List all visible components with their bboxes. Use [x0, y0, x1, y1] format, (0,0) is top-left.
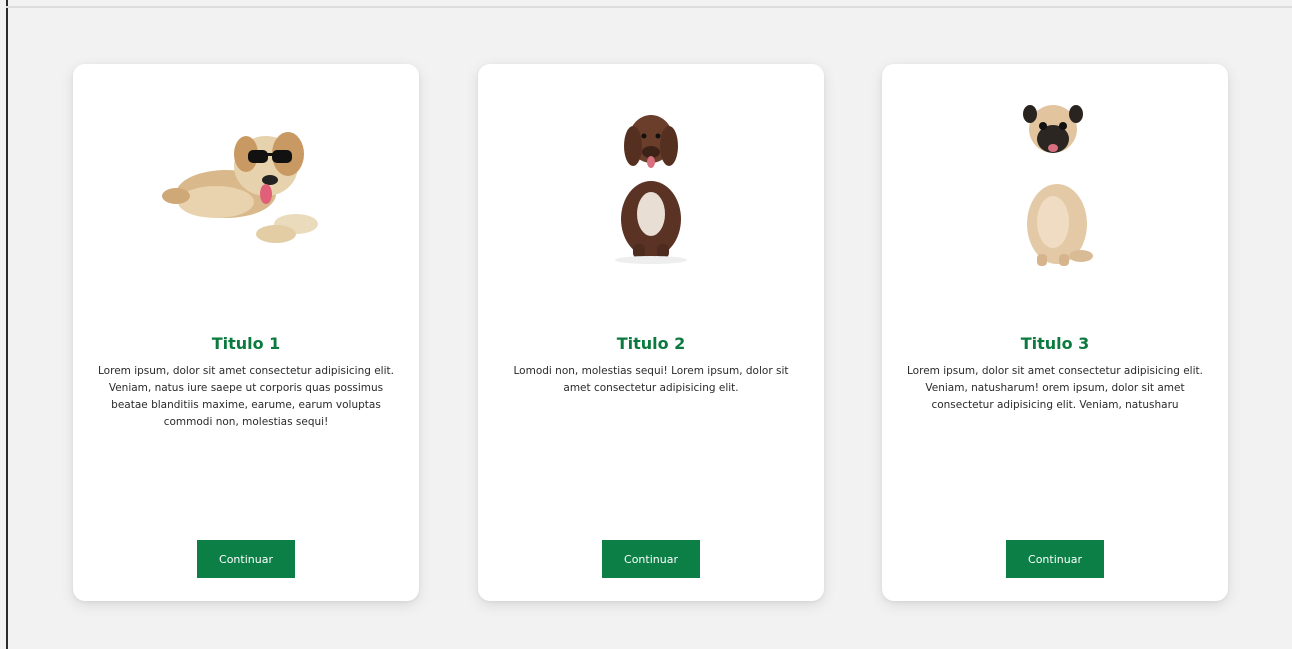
card-2: Titulo 2 Lomodi non, molestias sequi! Lo… — [478, 64, 824, 601]
card-description: Lorem ipsum, dolor sit amet consectetur … — [98, 365, 394, 428]
card-description: Lorem ipsum, dolor sit amet consectetur … — [907, 365, 1203, 411]
continue-button[interactable]: Continuar — [602, 540, 700, 578]
card-1: Titulo 1 Lorem ipsum, dolor sit amet con… — [73, 64, 419, 601]
window-left-border — [6, 0, 8, 649]
continue-button[interactable]: Continuar — [1006, 540, 1104, 578]
brown-curly-dog-image — [478, 84, 824, 284]
card-description: Lomodi non, molestias sequi! Lorem ipsum… — [513, 365, 789, 394]
continue-button[interactable]: Continuar — [197, 540, 295, 578]
dog-icon — [1023, 105, 1093, 266]
card-3: Titulo 3 Lorem ipsum, dolor sit amet con… — [882, 64, 1228, 601]
window-top-border — [6, 6, 1292, 8]
page-background: Titulo 1 Lorem ipsum, dolor sit amet con… — [0, 0, 1292, 649]
card-title: Titulo 1 — [211, 334, 281, 353]
pug-dog-image — [882, 84, 1228, 284]
dog-icon — [162, 132, 318, 243]
card-title: Titulo 2 — [616, 334, 686, 353]
dog-with-sunglasses-image — [73, 84, 419, 284]
dog-icon — [615, 115, 687, 264]
card-title: Titulo 3 — [1020, 334, 1090, 353]
